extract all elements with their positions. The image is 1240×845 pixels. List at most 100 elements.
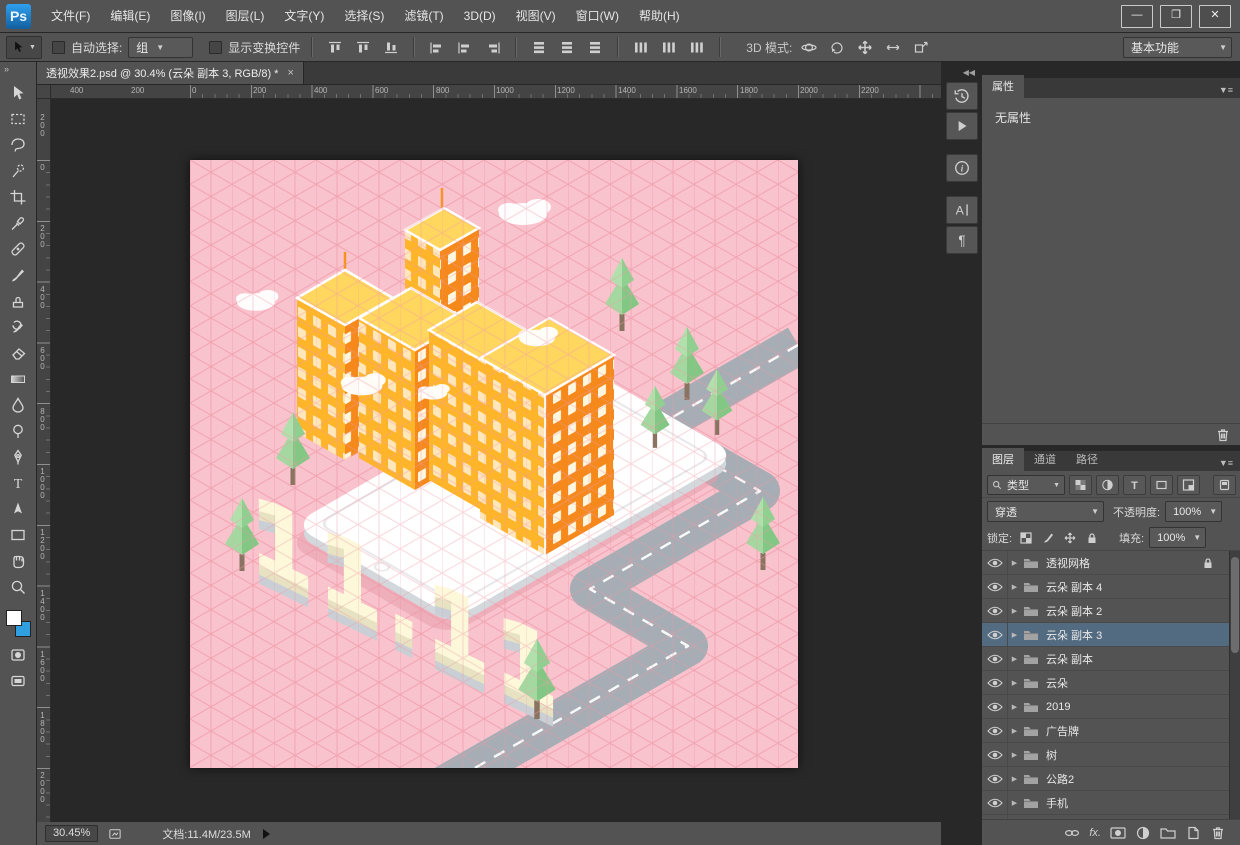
path-selection-tool[interactable] [0, 496, 36, 522]
expand-caret-icon[interactable]: ▶ [1008, 607, 1021, 615]
zoom-tool[interactable] [0, 574, 36, 600]
distribute-left-button[interactable] [630, 37, 652, 57]
adjustment-layer-icon[interactable] [1135, 826, 1151, 840]
filter-smart-objects-icon[interactable] [1177, 475, 1200, 495]
workspace-switcher[interactable]: 基本功能 ▼ [1123, 36, 1232, 58]
layer-name[interactable]: 公路2 [1046, 771, 1074, 787]
visibility-eye-icon[interactable] [982, 695, 1008, 718]
lock-transparent-pixels-icon[interactable] [1017, 530, 1034, 546]
canvas[interactable]: 11.11 11.11 11.11 [190, 160, 798, 768]
rectangular-marquee-tool[interactable] [0, 106, 36, 132]
layer-style-fx-icon[interactable]: fx. [1089, 827, 1101, 839]
filter-shape-layers-icon[interactable] [1150, 475, 1173, 495]
horizontal-type-tool[interactable]: T [0, 470, 36, 496]
expand-panels-icon[interactable]: ◀◀ [942, 68, 981, 80]
layer-filter-type-dropdown[interactable]: 类型 ▼ [987, 475, 1065, 495]
scrollbar-thumb[interactable] [1231, 557, 1239, 653]
show-transform-checkbox[interactable] [209, 40, 223, 54]
tab-properties[interactable]: 属性 [982, 75, 1024, 98]
paragraph-panel-button[interactable] [946, 226, 978, 254]
menu-window[interactable]: 窗口(W) [566, 0, 629, 32]
3d-orbit-icon[interactable] [798, 37, 820, 57]
spot-healing-brush-tool[interactable] [0, 236, 36, 262]
visibility-eye-icon[interactable] [982, 719, 1008, 742]
brush-tool[interactable] [0, 262, 36, 288]
history-panel-button[interactable] [946, 82, 978, 110]
filter-pixel-layers-icon[interactable] [1069, 475, 1092, 495]
pen-tool[interactable] [0, 444, 36, 470]
link-layers-icon[interactable] [1064, 826, 1080, 840]
tab-close-icon[interactable]: × [287, 67, 293, 79]
expand-caret-icon[interactable]: ▶ [1008, 631, 1021, 639]
expand-caret-icon[interactable]: ▶ [1008, 703, 1021, 711]
document-tab[interactable]: 透视效果2.psd @ 30.4% (云朵 副本 3, RGB/8) * × [37, 62, 304, 84]
lock-image-pixels-icon[interactable] [1039, 530, 1056, 546]
move-tool[interactable] [0, 80, 36, 106]
filter-toggle-switch[interactable] [1213, 475, 1236, 495]
3d-slide-icon[interactable] [882, 37, 904, 57]
quick-selection-tool[interactable] [0, 158, 36, 184]
distribute-right-button[interactable] [686, 37, 708, 57]
maximize-button[interactable]: ❐ [1160, 4, 1192, 28]
tool-preset-picker[interactable]: ▼ [6, 35, 42, 59]
auto-select-target-dropdown[interactable]: 组 ▼ [128, 36, 194, 58]
character-panel-button[interactable] [946, 196, 978, 224]
layer-name[interactable]: 公路 [1046, 819, 1068, 820]
layers-scrollbar[interactable] [1229, 551, 1240, 819]
dodge-tool[interactable] [0, 418, 36, 444]
visibility-eye-icon[interactable] [982, 671, 1008, 694]
visibility-eye-icon[interactable] [982, 815, 1008, 819]
layer-row[interactable]: ▶ 云朵 副本 [982, 647, 1240, 671]
rectangle-tool[interactable] [0, 522, 36, 548]
3d-pan-icon[interactable] [854, 37, 876, 57]
distribute-bottom-button[interactable] [584, 37, 606, 57]
screen-mode-button[interactable] [0, 668, 36, 694]
quick-mask-button[interactable] [0, 642, 36, 668]
new-layer-icon[interactable] [1185, 826, 1201, 840]
distribute-hcenter-button[interactable] [658, 37, 680, 57]
zoom-level-field[interactable]: 30.45% [45, 825, 99, 842]
visibility-eye-icon[interactable] [982, 575, 1008, 598]
visibility-eye-icon[interactable] [982, 623, 1008, 646]
distribute-top-button[interactable] [528, 37, 550, 57]
gradient-tool[interactable] [0, 366, 36, 392]
clone-stamp-tool[interactable] [0, 288, 36, 314]
menu-help[interactable]: 帮助(H) [629, 0, 690, 32]
3d-roll-icon[interactable] [826, 37, 848, 57]
3d-scale-icon[interactable] [910, 37, 932, 57]
align-vcenter-button[interactable] [352, 37, 374, 57]
expand-caret-icon[interactable]: ▶ [1008, 775, 1021, 783]
blur-tool[interactable] [0, 392, 36, 418]
eraser-tool[interactable] [0, 340, 36, 366]
foreground-color-swatch[interactable] [6, 610, 22, 626]
menu-edit[interactable]: 编辑(E) [100, 0, 160, 32]
visibility-eye-icon[interactable] [982, 791, 1008, 814]
filter-type-layers-icon[interactable] [1123, 475, 1146, 495]
layer-row[interactable]: ▶ 树 [982, 743, 1240, 767]
align-top-button[interactable] [324, 37, 346, 57]
menu-view[interactable]: 视图(V) [506, 0, 566, 32]
layer-name[interactable]: 广告牌 [1046, 723, 1079, 739]
expand-caret-icon[interactable]: ▶ [1008, 559, 1021, 567]
expand-caret-icon[interactable]: ▶ [1008, 751, 1021, 759]
layer-row[interactable]: ▶ 云朵 [982, 671, 1240, 695]
tab-paths[interactable]: 路径 [1066, 448, 1108, 471]
layer-row-perspective-grid[interactable]: ▶ 透视网格 [982, 551, 1240, 575]
fill-value-dropdown[interactable]: 100% ▼ [1149, 527, 1207, 548]
distribute-vcenter-button[interactable] [556, 37, 578, 57]
layer-row[interactable]: ▶ 2019 [982, 695, 1240, 719]
actions-panel-button[interactable] [946, 112, 978, 140]
layer-name[interactable]: 透视网格 [1046, 555, 1090, 571]
layer-row[interactable]: ▶ 公路 [982, 815, 1240, 819]
minimize-button[interactable]: — [1121, 4, 1153, 28]
expand-caret-icon[interactable]: ▶ [1008, 583, 1021, 591]
expand-caret-icon[interactable]: ▶ [1008, 727, 1021, 735]
layer-name[interactable]: 手机 [1046, 795, 1068, 811]
delete-layer-icon[interactable] [1210, 826, 1226, 840]
layer-name[interactable]: 云朵 副本 [1046, 651, 1093, 667]
panel-menu-icon[interactable]: ▼≡ [1212, 85, 1240, 98]
visibility-eye-icon[interactable] [982, 647, 1008, 670]
tools-panel-collapse-icon[interactable]: » [0, 62, 36, 80]
layer-row[interactable]: ▶ 云朵 副本 2 [982, 599, 1240, 623]
layer-row[interactable]: ▶ 广告牌 [982, 719, 1240, 743]
